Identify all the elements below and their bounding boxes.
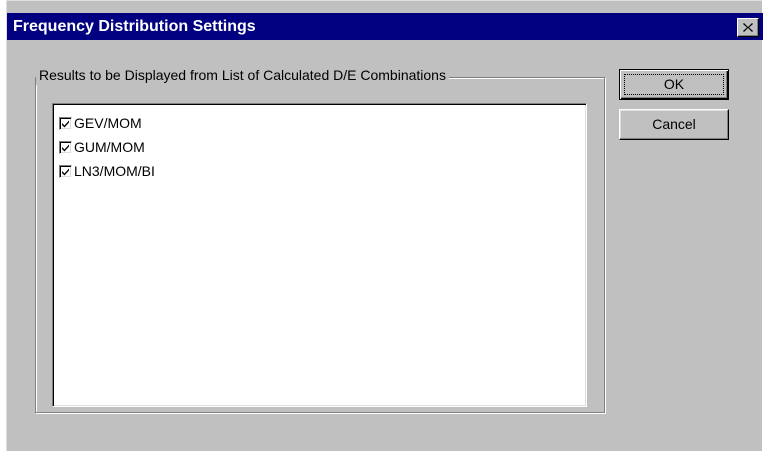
list-item-label: GUM/MOM bbox=[74, 139, 145, 155]
ok-button[interactable]: OK bbox=[619, 69, 729, 100]
list-item[interactable]: GEV/MOM bbox=[59, 111, 142, 135]
cancel-button[interactable]: Cancel bbox=[619, 109, 729, 140]
checkmark-icon bbox=[62, 120, 69, 127]
results-group-label: Results to be Displayed from List of Cal… bbox=[36, 65, 449, 85]
dialog-title: Frequency Distribution Settings bbox=[13, 18, 256, 35]
frequency-distribution-settings-dialog: Frequency Distribution Settings Results … bbox=[6, 0, 763, 451]
list-item-label: LN3/MOM/BI bbox=[74, 163, 155, 179]
combinations-listbox[interactable]: GEV/MOM GUM/MOM LN3/MOM/BI bbox=[52, 103, 587, 407]
checkbox[interactable] bbox=[59, 140, 72, 154]
list-item-label: GEV/MOM bbox=[74, 115, 142, 131]
close-x-icon bbox=[743, 23, 753, 32]
title-bar[interactable]: Frequency Distribution Settings bbox=[7, 13, 763, 40]
checkbox[interactable] bbox=[59, 116, 72, 130]
checkmark-icon bbox=[62, 144, 69, 151]
checkmark-icon bbox=[62, 168, 69, 175]
list-item[interactable]: LN3/MOM/BI bbox=[59, 159, 155, 183]
checkbox[interactable] bbox=[59, 164, 72, 178]
ok-button-label: OK bbox=[624, 74, 724, 95]
list-item[interactable]: GUM/MOM bbox=[59, 135, 145, 159]
close-button[interactable] bbox=[737, 18, 759, 37]
